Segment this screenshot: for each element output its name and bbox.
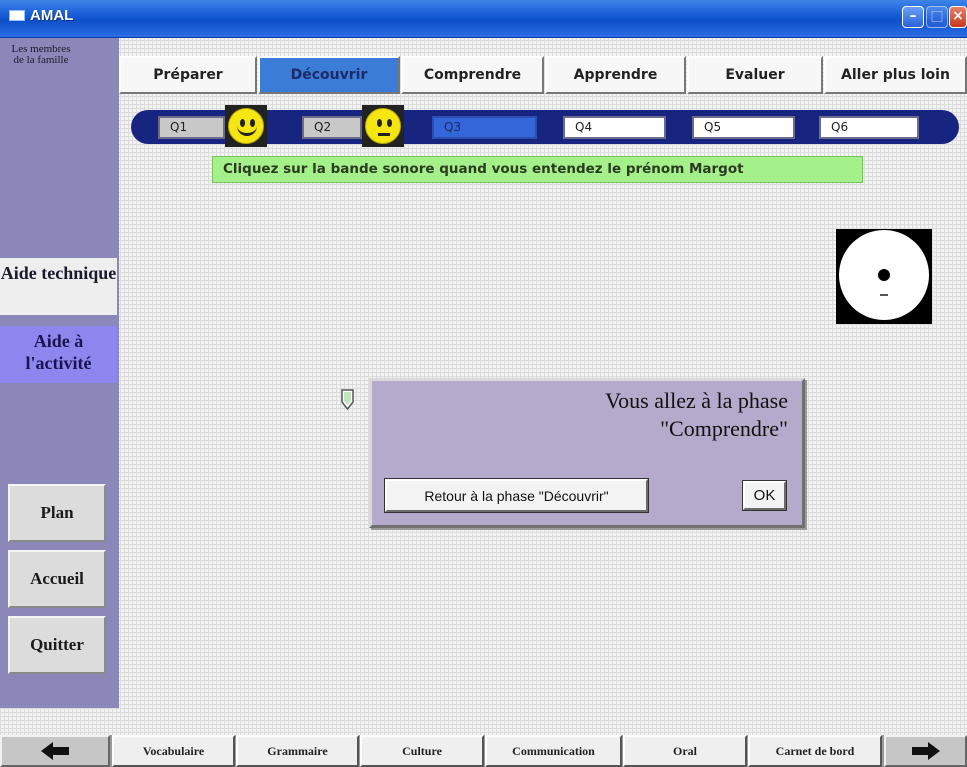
question-q1[interactable]: Q1 [158,116,225,139]
phase-tab-aller-plus-loin[interactable]: Aller plus loin [824,56,967,94]
retour-button[interactable]: Retour à la phase "Découvrir" [384,478,649,513]
prev-button[interactable] [0,735,110,767]
minimize-button[interactable]: – [902,6,924,28]
tab-aide-activite[interactable]: Aide à l'activité [0,326,117,383]
activity-title: Les membres de la famille [11,43,71,66]
tab-oral[interactable]: Oral [623,735,747,767]
phase-tab-comprendre[interactable]: Comprendre [401,56,544,94]
tab-grammaire[interactable]: Grammaire [236,735,359,767]
next-button[interactable] [884,735,967,767]
dialog-message: Vous allez à la phase "Comprendre" [605,388,788,441]
question-q3[interactable]: Q3 [432,116,537,139]
instruction-banner: Cliquez sur la bande sonore quand vous e… [212,156,863,183]
tab-aide-technique[interactable]: Aide technique [0,258,117,315]
phase-tab-evaluer[interactable]: Evaluer [687,56,823,94]
tab-carnet-de-bord[interactable]: Carnet de bord [748,735,882,767]
phase-tab-decouvrir[interactable]: Découvrir [258,56,400,94]
window-icon [9,10,25,21]
tab-vocabulaire[interactable]: Vocabulaire [112,735,235,767]
question-q4[interactable]: Q4 [563,116,666,139]
question-q5[interactable]: Q5 [692,116,795,139]
tab-communication[interactable]: Communication [485,735,622,767]
phase-tab-apprendre[interactable]: Apprendre [545,56,686,94]
tab-culture[interactable]: Culture [360,735,484,767]
ok-button[interactable]: OK [742,480,787,511]
phase-tab-preparer[interactable]: Préparer [119,56,257,94]
smiley-neutral-icon [362,105,404,147]
question-q6[interactable]: Q6 [819,116,919,139]
arrow-right-icon [911,742,940,760]
maximize-button[interactable]: □ [926,6,948,28]
title-bar: AMAL – □ × [0,0,967,38]
quitter-button[interactable]: Quitter [8,616,106,674]
pointer-marker-icon [341,389,354,411]
plan-button[interactable]: Plan [8,484,106,542]
window-title: AMAL [30,7,74,24]
smiley-happy-icon [225,105,267,147]
phase-dialog: Vous allez à la phase "Comprendre" Retou… [369,378,805,528]
cd-icon[interactable] [836,229,932,324]
question-q2[interactable]: Q2 [302,116,362,139]
close-button[interactable]: × [949,6,967,28]
accueil-button[interactable]: Accueil [8,550,106,608]
arrow-left-icon [41,742,69,760]
